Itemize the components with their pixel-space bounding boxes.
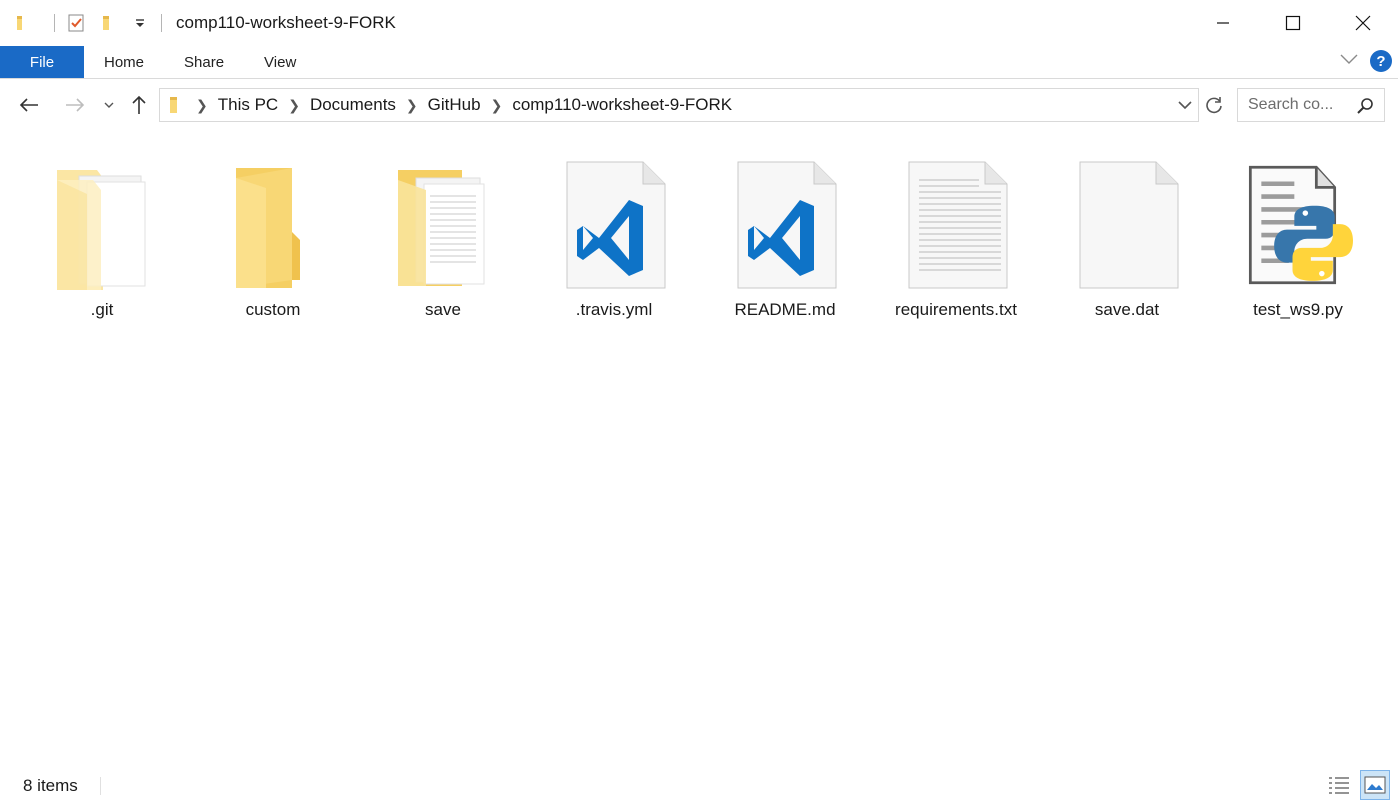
toolbar-divider <box>54 14 55 32</box>
list-item[interactable]: test_ws9.py <box>1223 150 1373 330</box>
customize-toolbar-dropdown-icon[interactable] <box>129 12 151 34</box>
tab-home[interactable]: Home <box>84 46 164 78</box>
navigation-bar: ❯ This PC ❯ Documents ❯ GitHub ❯ comp110… <box>0 80 1398 130</box>
blank-file-icon <box>1072 150 1182 290</box>
folder-with-files-icon <box>47 150 157 290</box>
new-folder-icon[interactable] <box>97 12 119 34</box>
chevron-right-icon[interactable]: ❯ <box>288 97 300 114</box>
details-view-icon[interactable] <box>1324 770 1354 800</box>
folder-with-files-icon <box>388 150 498 290</box>
status-divider <box>99 777 101 795</box>
quick-access-toolbar <box>0 0 172 46</box>
address-bar[interactable]: ❯ This PC ❯ Documents ❯ GitHub ❯ comp110… <box>159 88 1199 122</box>
forward-button[interactable] <box>60 90 90 120</box>
file-name: custom <box>245 300 301 319</box>
list-item[interactable]: .travis.yml <box>539 150 689 330</box>
breadcrumb-current-folder[interactable]: comp110-worksheet-9-FORK <box>512 95 732 115</box>
window-controls <box>1188 0 1398 46</box>
search-box[interactable]: Search co... <box>1237 88 1385 122</box>
item-count: 8 items <box>23 776 78 795</box>
toolbar-divider <box>161 14 162 32</box>
file-name: save.dat <box>1094 300 1160 319</box>
address-history-dropdown-icon[interactable] <box>1178 95 1192 120</box>
file-name: requirements.txt <box>895 300 1017 319</box>
status-bar: 8 items <box>0 768 1398 804</box>
large-icons-view-icon[interactable] <box>1360 770 1390 800</box>
file-name: test_ws9.py <box>1253 300 1343 319</box>
folder-icon <box>218 150 328 290</box>
expand-ribbon-icon[interactable] <box>1340 52 1358 70</box>
breadcrumb-github[interactable]: GitHub <box>428 95 481 115</box>
properties-icon[interactable] <box>65 12 87 34</box>
file-name: .travis.yml <box>575 300 653 319</box>
breadcrumb-this-pc[interactable]: This PC <box>218 95 278 115</box>
vscode-file-icon <box>730 150 840 290</box>
text-file-icon <box>901 150 1011 290</box>
chevron-right-icon[interactable]: ❯ <box>406 97 418 114</box>
window-title: comp110-worksheet-9-FORK <box>176 13 396 32</box>
breadcrumb-documents[interactable]: Documents <box>310 95 396 115</box>
tab-share[interactable]: Share <box>164 46 244 78</box>
list-item[interactable]: save <box>368 150 518 330</box>
file-explorer-window: comp110-worksheet-9-FORK File Home Share… <box>0 0 1398 804</box>
back-button[interactable] <box>14 90 44 120</box>
tab-view[interactable]: View <box>244 46 316 78</box>
python-file-icon <box>1243 150 1353 290</box>
vscode-file-icon <box>559 150 669 290</box>
folder-icon[interactable] <box>12 12 34 34</box>
chevron-right-icon[interactable]: ❯ <box>491 97 503 114</box>
close-button[interactable] <box>1328 0 1398 46</box>
minimize-button[interactable] <box>1188 0 1258 46</box>
chevron-right-icon[interactable]: ❯ <box>196 97 208 114</box>
up-button[interactable] <box>124 90 154 120</box>
list-item[interactable]: custom <box>198 150 348 330</box>
view-switcher <box>1324 770 1390 800</box>
ribbon-tabs: File Home Share View ? <box>0 46 1398 79</box>
list-item[interactable]: README.md <box>710 150 860 330</box>
list-item[interactable]: .git <box>27 150 177 330</box>
ribbon-right-controls: ? <box>1340 50 1392 72</box>
list-item[interactable]: save.dat <box>1052 150 1202 330</box>
list-item[interactable]: requirements.txt <box>881 150 1031 330</box>
folder-icon <box>168 96 182 114</box>
file-name: save <box>425 300 461 319</box>
maximize-button[interactable] <box>1258 0 1328 46</box>
help-button[interactable]: ? <box>1370 50 1392 72</box>
title-bar: comp110-worksheet-9-FORK <box>0 0 1398 46</box>
search-icon[interactable] <box>1356 97 1374 120</box>
tab-file[interactable]: File <box>0 46 84 78</box>
search-input[interactable]: Search co... <box>1248 96 1333 114</box>
file-name: .git <box>90 300 114 319</box>
breadcrumb: ❯ This PC ❯ Documents ❯ GitHub ❯ comp110… <box>196 95 732 115</box>
recent-locations-dropdown-icon[interactable] <box>94 90 124 120</box>
file-name: README.md <box>734 300 836 319</box>
refresh-button[interactable] <box>1200 88 1228 122</box>
